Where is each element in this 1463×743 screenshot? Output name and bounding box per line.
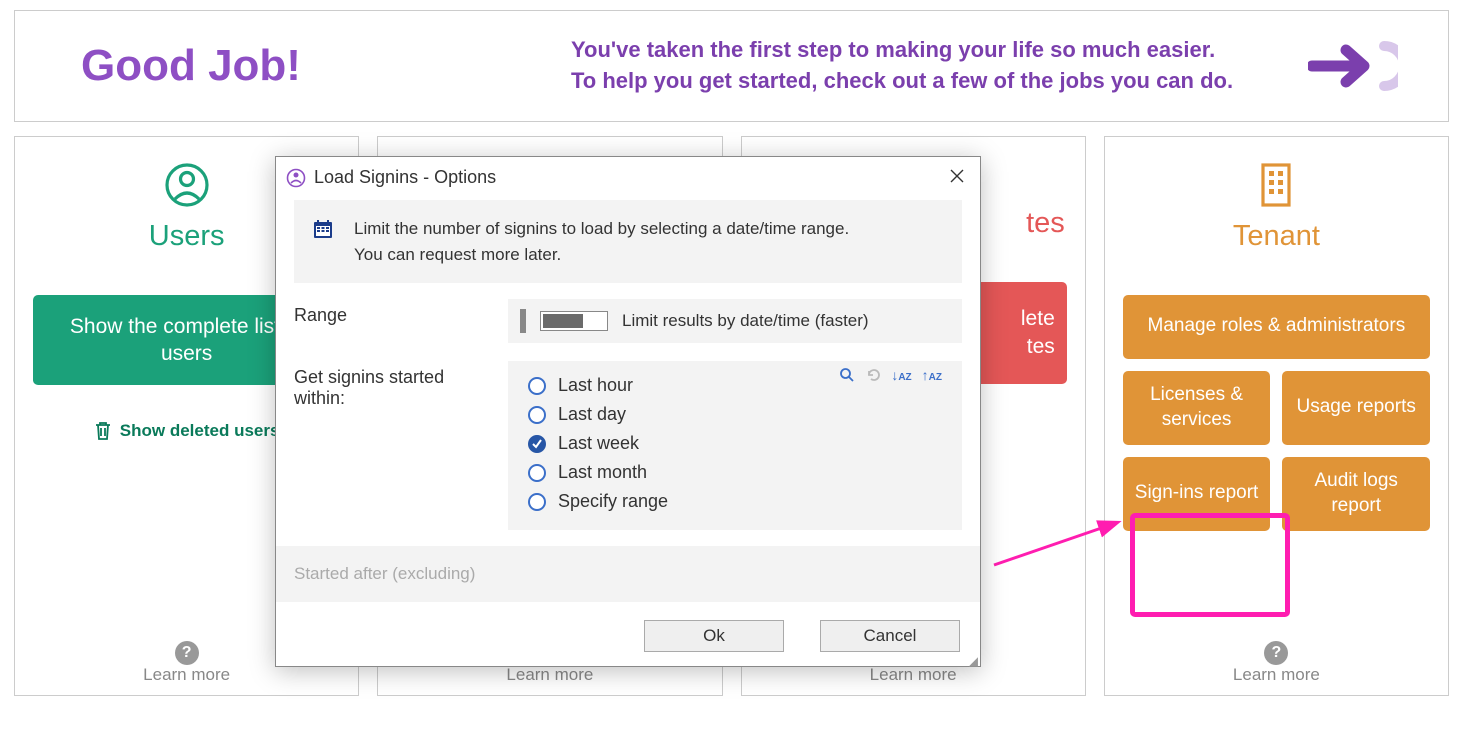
show-deleted-users-link[interactable]: Show deleted users — [94, 421, 280, 441]
range-row: Range Limit results by date/time (faster… — [294, 283, 962, 359]
banner-heading: Good Job! — [81, 41, 301, 91]
close-icon — [950, 169, 964, 183]
started-after-row: Started after (excluding) — [276, 546, 980, 602]
dialog-footer: Ok Cancel ◢ — [276, 602, 980, 666]
close-button[interactable] — [944, 165, 970, 190]
licenses-button[interactable]: Licenses & services — [1123, 371, 1271, 445]
drag-handle-icon — [520, 309, 526, 333]
usage-reports-button[interactable]: Usage reports — [1282, 371, 1430, 445]
undo-icon[interactable] — [865, 367, 881, 388]
resize-grip-icon[interactable]: ◢ — [969, 658, 978, 664]
sort-az-icon[interactable]: ↓AZ — [891, 367, 911, 388]
signins-label: Get signins started within: — [294, 361, 484, 409]
toggle-label: Limit results by date/time (faster) — [622, 311, 869, 331]
next-arrow-icon[interactable] — [1308, 38, 1398, 94]
arrow-annotation — [990, 515, 1130, 575]
deleted-users-label: Show deleted users — [120, 421, 280, 441]
dialog-titlebar: Load Signins - Options — [276, 157, 980, 200]
banner-line2: To help you get started, check out a few… — [571, 66, 1233, 97]
app-icon — [286, 168, 306, 188]
radio-last-month[interactable]: Last month — [528, 458, 956, 487]
limit-toggle[interactable] — [540, 311, 608, 331]
tenant-buttons: Manage roles & administrators Licenses &… — [1123, 295, 1430, 531]
calendar-icon — [312, 218, 334, 248]
info-line2: You can request more later. — [354, 242, 849, 268]
banner-text: You've taken the first step to making yo… — [571, 35, 1233, 97]
learn-more-tenant[interactable]: ? Learn more — [1105, 641, 1448, 685]
tenant-title: Tenant — [1123, 220, 1430, 253]
trash-icon — [94, 421, 112, 441]
info-line1: Limit the number of signins to load by s… — [354, 216, 849, 242]
range-toggle-row: Limit results by date/time (faster) — [508, 299, 962, 343]
load-signins-dialog: Load Signins - Options Limit the number … — [275, 156, 981, 667]
signins-row: Get signins started within: ↓AZ ↑AZ Last… — [294, 359, 962, 546]
help-icon: ? — [175, 641, 199, 665]
radio-last-week[interactable]: Last week — [528, 429, 956, 458]
range-options: ↓AZ ↑AZ Last hour Last day Last week — [514, 365, 956, 522]
welcome-banner: Good Job! You've taken the first step to… — [14, 10, 1449, 122]
started-after-label: Started after (excluding) — [294, 564, 475, 583]
help-icon: ? — [1264, 641, 1288, 665]
banner-content: Good Job! You've taken the first step to… — [81, 35, 1233, 97]
banner-line1: You've taken the first step to making yo… — [571, 35, 1233, 66]
dialog-info: Limit the number of signins to load by s… — [294, 200, 962, 283]
building-icon — [1123, 161, 1430, 214]
radio-specify-range[interactable]: Specify range — [528, 487, 956, 516]
sort-za-icon[interactable]: ↑AZ — [922, 367, 942, 388]
search-icon[interactable] — [839, 367, 855, 388]
range-label: Range — [294, 299, 484, 326]
audit-logs-button[interactable]: Audit logs report — [1282, 457, 1430, 531]
dialog-title: Load Signins - Options — [314, 167, 496, 188]
radio-last-day[interactable]: Last day — [528, 400, 956, 429]
cancel-button[interactable]: Cancel — [820, 620, 960, 652]
list-toolbar: ↓AZ ↑AZ — [839, 367, 942, 388]
highlight-annotation — [1130, 513, 1290, 617]
ok-button[interactable]: Ok — [644, 620, 784, 652]
manage-roles-button[interactable]: Manage roles & administrators — [1123, 295, 1430, 359]
